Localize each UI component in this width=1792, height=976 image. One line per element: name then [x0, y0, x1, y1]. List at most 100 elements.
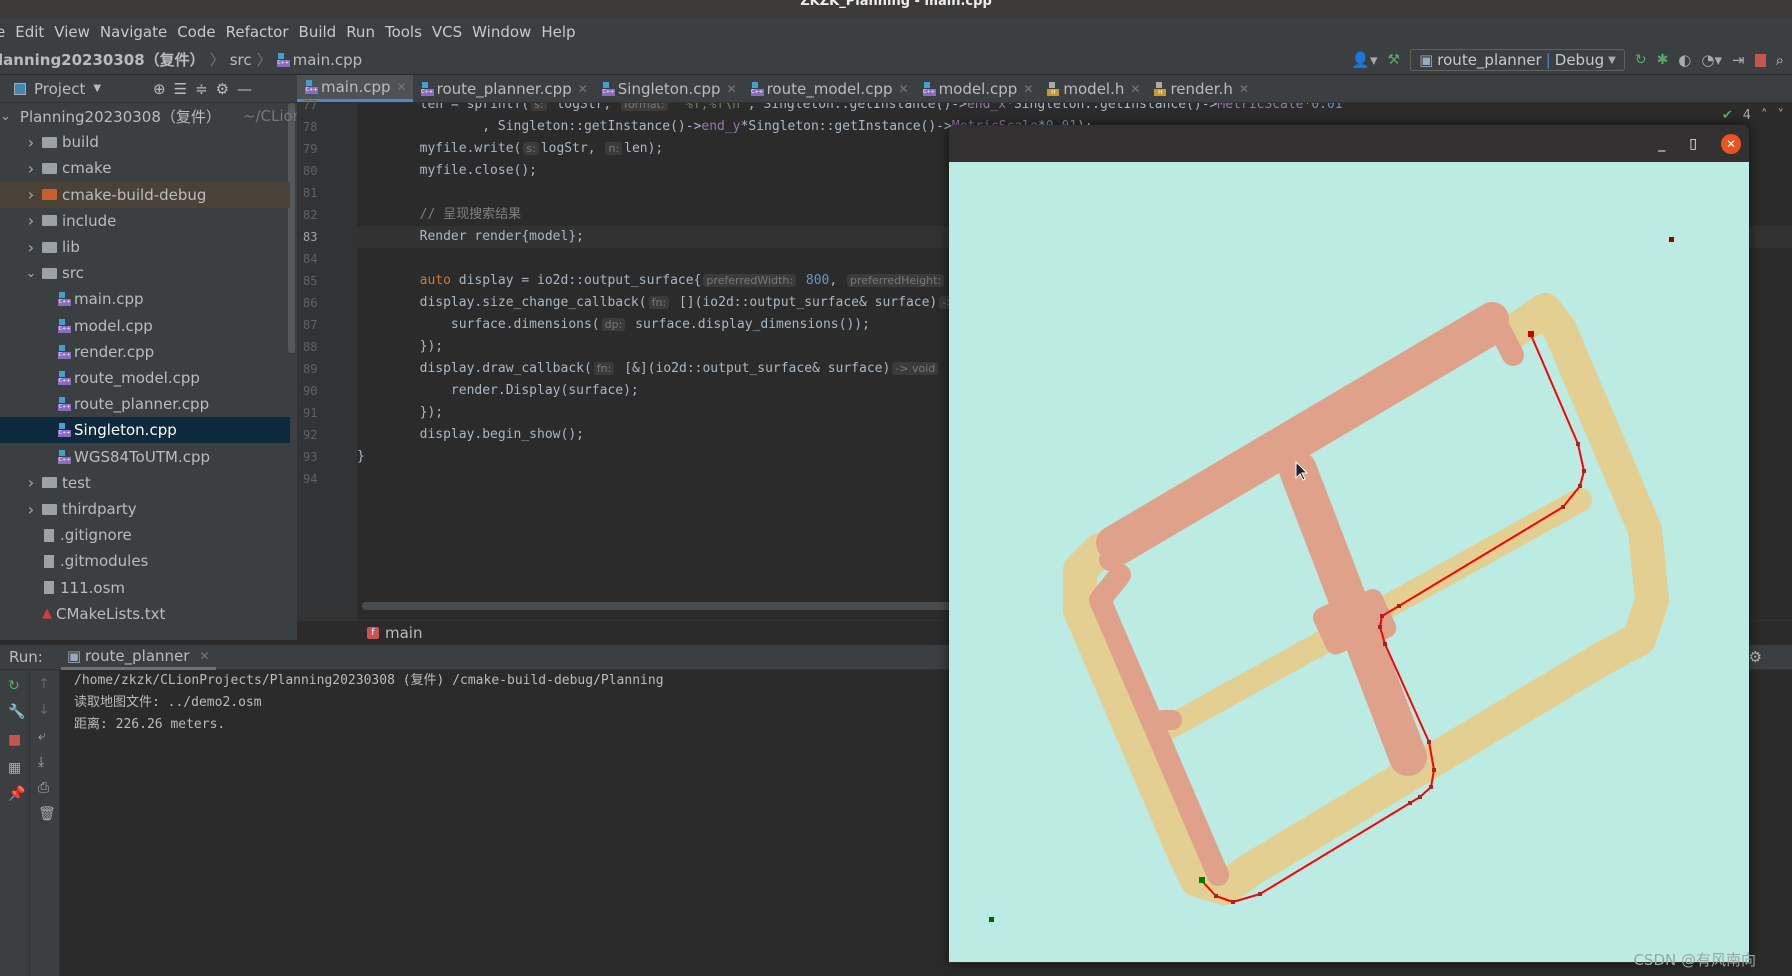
maximize-icon[interactable]: ▯	[1689, 136, 1697, 152]
tree-item[interactable]: main.cpp	[0, 286, 290, 312]
stop-icon[interactable]: ■	[8, 732, 21, 748]
rerun-icon[interactable]: ↻	[8, 678, 20, 694]
menu-item-tools[interactable]: Tools	[385, 23, 422, 41]
scroll-to-end-icon[interactable]: ⤓	[38, 754, 44, 770]
tab-model-h[interactable]: model.h ✕	[1039, 75, 1146, 102]
tree-item[interactable]: model.cpp	[0, 313, 290, 339]
run-configuration-select[interactable]: ▣ route_planner | Debug ▼	[1410, 49, 1625, 71]
build-hammer-icon[interactable]: ⚒	[1388, 52, 1401, 68]
menu-item-run[interactable]: Run	[346, 23, 375, 41]
tree-item[interactable]: ▲ CMakeLists.txt	[0, 601, 290, 627]
chevron-right-icon[interactable]: ›	[24, 238, 38, 257]
trash-icon[interactable]: 🗑	[38, 806, 56, 822]
editor-horizontal-scrollbar[interactable]	[362, 602, 962, 610]
map-window-titlebar[interactable]: _ ▯ ✕	[949, 125, 1749, 162]
tree-item[interactable]: › test	[0, 470, 290, 496]
tree-item[interactable]: 111.osm	[0, 575, 290, 601]
menu-item-vcs[interactable]: VCS	[432, 23, 462, 41]
menu-item-window[interactable]: Window	[472, 23, 531, 41]
menu-item-code[interactable]: Code	[177, 23, 215, 41]
close-icon[interactable]: ✕	[397, 80, 407, 94]
tab-model-cpp[interactable]: model.cpp ✕	[915, 75, 1040, 102]
tree-item[interactable]: Singleton.cpp	[0, 417, 290, 444]
tree-item[interactable]: WGS84ToUTM.cpp	[0, 444, 290, 470]
run-tab-route-planner[interactable]: ▣ route_planner ✕	[60, 645, 216, 670]
chevron-right-icon[interactable]: ›	[24, 159, 38, 178]
close-icon[interactable]: ✕	[199, 649, 209, 663]
rerun-icon[interactable]: ↻	[1635, 52, 1647, 68]
print-icon[interactable]: ⎙	[38, 780, 49, 796]
tab-Singleton-cpp[interactable]: Singleton.cpp ✕	[594, 75, 743, 102]
menu-item-help[interactable]: Help	[541, 23, 575, 41]
soft-wrap-icon[interactable]: ⤶	[38, 728, 46, 744]
project-view-select[interactable]: Project	[34, 80, 85, 98]
close-icon[interactable]: ✕	[578, 82, 588, 96]
pin-icon[interactable]: 📌	[8, 786, 25, 802]
chevron-down-icon[interactable]: ▼	[93, 83, 101, 94]
attach-icon[interactable]: ⇥	[1732, 51, 1745, 69]
tree-item[interactable]: › cmake	[0, 155, 290, 181]
chevron-right-icon[interactable]: ›	[24, 500, 38, 519]
locate-icon[interactable]: ⊕	[153, 80, 166, 98]
close-icon[interactable]: ✕	[1239, 82, 1249, 96]
search-icon[interactable]: ⌕	[1776, 51, 1784, 69]
menu-item-e[interactable]: e	[0, 23, 5, 41]
gear-icon[interactable]: ⚙	[1749, 648, 1762, 666]
breadcrumb-project[interactable]: lanning20230308（复件）	[0, 49, 205, 70]
tree-item[interactable]: route_planner.cpp	[0, 391, 290, 417]
minimize-icon[interactable]: _	[1658, 136, 1665, 152]
tree-item[interactable]: render.cpp	[0, 339, 290, 365]
close-icon[interactable]: ✕	[1130, 82, 1140, 96]
user-icon[interactable]: 👤▾	[1351, 51, 1377, 69]
chevron-down-icon[interactable]: ⌄	[0, 109, 11, 124]
close-icon[interactable]: ✕	[1023, 82, 1033, 96]
breadcrumb-file[interactable]: main.cpp	[293, 51, 363, 69]
tree-item-label: cmake-build-debug	[62, 185, 207, 204]
tree-item[interactable]: › cmake-build-debug	[0, 181, 290, 208]
gear-icon[interactable]: ⚙	[216, 80, 229, 98]
breadcrumb-src[interactable]: src	[230, 51, 252, 69]
menu-item-view[interactable]: View	[54, 23, 90, 41]
tree-item[interactable]: › thirdparty	[0, 496, 290, 522]
close-icon[interactable]: ✕	[899, 82, 909, 96]
chevron-right-icon[interactable]: ›	[24, 211, 38, 230]
chevron-up-icon[interactable]: ˄	[1761, 108, 1768, 123]
tree-item[interactable]: ⌄ src	[0, 260, 290, 286]
chevron-right-icon[interactable]: ›	[24, 473, 38, 492]
wrench-icon[interactable]: 🔧	[8, 704, 25, 720]
arrow-up-icon[interactable]: ↑	[38, 676, 50, 692]
chevron-down-icon[interactable]: ˅	[1778, 108, 1785, 123]
tree-item[interactable]: route_model.cpp	[0, 365, 290, 391]
menu-item-refactor[interactable]: Refactor	[226, 23, 289, 41]
tab-render-h[interactable]: render.h ✕	[1146, 75, 1254, 102]
tree-item[interactable]: › build	[0, 129, 290, 155]
tree-item-label: build	[62, 133, 99, 152]
collapse-all-icon[interactable]: ≑	[195, 80, 208, 98]
tree-item[interactable]: › lib	[0, 234, 290, 260]
menu-item-navigate[interactable]: Navigate	[100, 23, 167, 41]
inspection-widget[interactable]: ✔ 4 ˄ ˅	[1722, 108, 1784, 123]
close-icon[interactable]: ✕	[727, 82, 737, 96]
tab-route_planner-cpp[interactable]: route_planner.cpp ✕	[413, 75, 594, 102]
profile-icon[interactable]: ◔▾	[1701, 51, 1722, 69]
layout-icon[interactable]: ▦	[8, 760, 21, 776]
debug-bug-icon[interactable]: ✱	[1657, 52, 1669, 68]
coverage-icon[interactable]: ◐	[1678, 51, 1691, 69]
close-icon[interactable]: ✕	[1721, 133, 1741, 154]
chevron-right-icon[interactable]: ›	[24, 185, 38, 204]
function-crumb[interactable]: main	[385, 624, 422, 642]
chevron-down-icon[interactable]: ⌄	[24, 266, 38, 281]
arrow-down-icon[interactable]: ↓	[38, 702, 50, 718]
tab-route_model-cpp[interactable]: route_model.cpp ✕	[743, 75, 915, 102]
menu-item-build[interactable]: Build	[299, 23, 337, 41]
chevron-right-icon[interactable]: ›	[24, 133, 38, 152]
expand-all-icon[interactable]: ☰	[174, 80, 187, 98]
map-canvas[interactable]	[949, 162, 1749, 962]
tree-item[interactable]: .gitmodules	[0, 548, 290, 574]
menu-item-edit[interactable]: Edit	[15, 23, 44, 41]
stop-icon[interactable]	[1754, 53, 1766, 67]
tree-item[interactable]: ⌄ Planning20230308（复件） ~/CLion	[0, 103, 297, 129]
tree-item[interactable]: › include	[0, 208, 290, 234]
tree-item[interactable]: .gitignore	[0, 522, 290, 548]
hide-icon[interactable]: —	[237, 80, 252, 98]
